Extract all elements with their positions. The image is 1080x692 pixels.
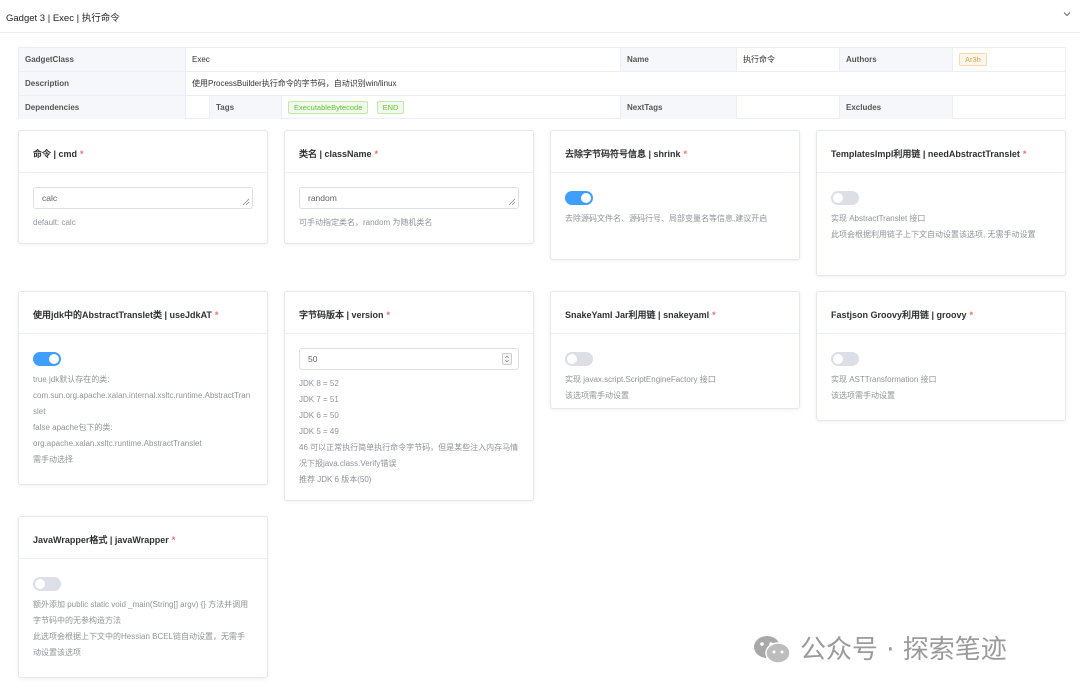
excludes-value <box>953 96 1065 119</box>
description-label: Description <box>19 72 186 95</box>
nexttags-label: NextTags <box>621 96 737 119</box>
card-version: 字节码版本 | version * 50 JDK 8 = 52 JDK 7 = 5… <box>284 291 534 501</box>
card-shrink: 去除字节码符号信息 | shrink * 去除源码文件名、源码行号、局部变量名等信… <box>550 130 800 260</box>
card-javawrapper: JavaWrapper格式 | javaWrapper * 额外添加 public… <box>18 516 268 678</box>
watermark-text: 公众号 · 探索笔迹 <box>800 635 1007 665</box>
resize-handle-icon[interactable] <box>242 198 250 206</box>
card-version-title: 字节码版本 | version * <box>285 292 533 334</box>
authors-label: Authors <box>840 48 953 71</box>
needabstracttranslet-description: 实现 AbstractTranslet 接口 此项会根据利用链子上下文自动设置该… <box>831 214 1036 239</box>
gadgetclass-label: GadgetClass <box>19 48 186 71</box>
gadget-info-table: GadgetClass Exec Name 执行命令 Authors Ar3h … <box>18 47 1066 119</box>
card-classname-title: 类名 | className * <box>285 131 533 173</box>
watermark: 公众号 · 探索笔迹 <box>752 630 1052 670</box>
description-value: 使用ProcessBuilder执行命令的字节码，自动识别win/linux <box>192 79 397 88</box>
usejdkat-description: true jdk默认存在的类: com.sun.org.apache.xalan… <box>33 375 251 464</box>
excludes-label: Excludes <box>840 96 953 119</box>
classname-description: 可手动指定类名，random 为随机类名 <box>299 218 433 227</box>
tags-cell: ExecutableBytecode END <box>282 96 621 119</box>
name-label: Name <box>621 48 737 71</box>
spinner-arrows-icon[interactable] <box>502 353 512 365</box>
card-snakeyaml-title: SnakeYaml Jar利用链 | snakeyaml * <box>551 292 799 334</box>
card-cmd: 命令 | cmd * calc default: calc <box>18 130 268 244</box>
snakeyaml-description: 实现 javax.script.ScriptEngineFactory 接口 该… <box>565 375 716 400</box>
javawrapper-description: 额外添加 public static void _main(String[] a… <box>33 600 249 657</box>
info-row-gadgetclass: GadgetClass Exec Name 执行命令 Authors Ar3h <box>19 48 1065 72</box>
info-row-description: Description 使用ProcessBuilder执行命令的字节码，自动识… <box>19 72 1065 96</box>
javawrapper-switch[interactable] <box>33 577 61 591</box>
groovy-switch[interactable] <box>831 352 859 366</box>
shrink-switch[interactable] <box>565 191 593 205</box>
authors-cell: Ar3h <box>953 48 1065 71</box>
version-description: JDK 8 = 52 JDK 7 = 51 JDK 6 = 50 JDK 5 =… <box>299 379 519 484</box>
snakeyaml-switch[interactable] <box>565 352 593 366</box>
resize-handle-icon[interactable] <box>508 198 516 206</box>
panel-title: Gadget 3 | Exec | 执行命令 <box>6 13 120 24</box>
card-groovy-title: Fastjson Groovy利用链 | groovy * <box>817 292 1065 334</box>
card-usejdkat: 使用jdk中的AbstractTranslet类 | useJdkAT * tru… <box>18 291 268 485</box>
card-cmd-title: 命令 | cmd * <box>19 131 267 173</box>
tag-end: END <box>376 101 405 115</box>
usejdkat-switch[interactable] <box>33 352 61 366</box>
info-row-dependencies: Dependencies Tags ExecutableBytecode END… <box>19 96 1065 120</box>
dependencies-label: Dependencies <box>19 96 186 119</box>
needabstracttranslet-switch[interactable] <box>831 191 859 205</box>
card-snakeyaml: SnakeYaml Jar利用链 | snakeyaml * 实现 javax.s… <box>550 291 800 409</box>
wechat-icon <box>754 636 791 664</box>
name-value: 执行命令 <box>737 48 840 71</box>
panel-header[interactable]: Gadget 3 | Exec | 执行命令 <box>0 0 1080 33</box>
card-shrink-title: 去除字节码符号信息 | shrink * <box>551 131 799 173</box>
version-input[interactable]: 50 <box>299 348 519 370</box>
card-needabstracttranslet: TemplatesImpl利用链 | needAbstractTranslet *… <box>816 130 1066 276</box>
nexttags-value <box>737 96 840 119</box>
gadgetclass-value: Exec <box>186 48 621 71</box>
classname-input[interactable]: random <box>299 187 519 209</box>
author-tag: Ar3h <box>959 53 987 67</box>
card-needabstracttranslet-title: TemplatesImpl利用链 | needAbstractTranslet * <box>817 131 1065 173</box>
card-usejdkat-title: 使用jdk中的AbstractTranslet类 | useJdkAT * <box>19 292 267 334</box>
tag-executablebytecode: ExecutableBytecode <box>288 101 369 115</box>
card-groovy: Fastjson Groovy利用链 | groovy * 实现 ASTTrans… <box>816 291 1066 421</box>
groovy-description: 实现 ASTTransformation 接口 该选项需手动设置 <box>831 375 937 400</box>
card-javawrapper-title: JavaWrapper格式 | javaWrapper * <box>19 517 267 559</box>
tags-label: Tags <box>210 96 282 119</box>
cmd-input[interactable]: calc <box>33 187 253 209</box>
dependencies-value <box>186 96 210 119</box>
cmd-description: default: calc <box>33 218 76 227</box>
chevron-down-icon[interactable] <box>1062 9 1072 19</box>
shrink-description: 去除源码文件名、源码行号、局部变量名等信息,建议开启 <box>565 214 768 223</box>
card-classname: 类名 | className * random 可手动指定类名，random 为随… <box>284 130 534 244</box>
